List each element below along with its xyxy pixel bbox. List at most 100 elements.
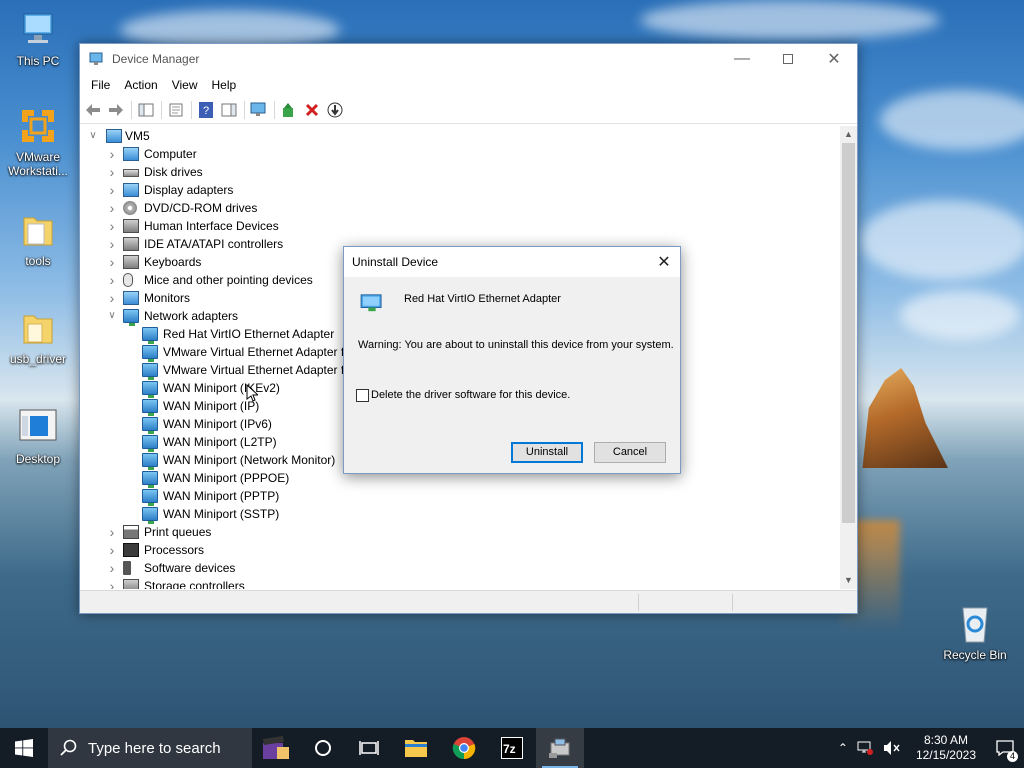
taskbar-search-box[interactable]: Type here to search <box>48 728 252 768</box>
expand-chevron-icon[interactable]: › <box>107 163 117 181</box>
scroll-up-arrow-icon[interactable]: ▲ <box>840 126 857 143</box>
delete-driver-checkbox[interactable] <box>356 389 369 402</box>
tree-item-label: Keyboards <box>144 255 202 269</box>
action-center-button[interactable]: 4 <box>986 728 1024 768</box>
scan-hardware-button[interactable] <box>248 99 270 121</box>
tree-item-label: VM5 <box>125 129 150 143</box>
dialog-close-button[interactable]: ✕ <box>648 247 680 277</box>
scroll-down-arrow-icon[interactable]: ▼ <box>840 572 857 589</box>
forward-arrow-icon <box>109 103 123 116</box>
system-clock[interactable]: 8:30 AM 12/15/2023 <box>906 733 986 763</box>
software-device-icon <box>123 561 131 575</box>
taskbar-app-clapper[interactable] <box>252 728 300 768</box>
forward-button[interactable] <box>105 99 127 121</box>
dialog-title-bar[interactable]: Uninstall Device ✕ <box>344 247 680 277</box>
action-pane-icon <box>221 103 237 116</box>
properties-button[interactable] <box>165 99 187 121</box>
expand-chevron-icon[interactable]: › <box>107 145 117 163</box>
close-button[interactable]: ✕ <box>811 44 857 74</box>
desktop-icon-label: Desktop <box>15 452 61 466</box>
notification-count-badge: 4 <box>1006 751 1018 762</box>
uninstall-device-button[interactable] <box>301 99 323 121</box>
network-adapter-icon <box>142 471 158 488</box>
disable-device-button[interactable] <box>324 99 346 121</box>
tree-device-network-adapter[interactable]: WAN Miniport (SSTP) <box>80 505 842 524</box>
action-pane-button[interactable] <box>218 99 240 121</box>
hid-icon <box>123 219 139 233</box>
minimize-button[interactable]: — <box>719 44 765 74</box>
menu-action[interactable]: Action <box>117 74 164 96</box>
expand-chevron-icon[interactable]: › <box>107 235 117 253</box>
help-button[interactable]: ? <box>195 99 217 121</box>
computer-icon <box>106 129 122 143</box>
show-hide-console-tree-button[interactable] <box>135 99 157 121</box>
tree-root[interactable]: ∨ VM5 <box>80 127 842 145</box>
tree-category[interactable]: › Human Interface Devices <box>80 217 842 235</box>
desktop-icon-recycle-bin[interactable]: Recycle Bin <box>937 602 1013 662</box>
7zip-icon: 7z <box>501 737 523 759</box>
desktop-icon-vmware[interactable]: VMware Workstati... <box>0 104 76 178</box>
menu-file[interactable]: File <box>84 74 117 96</box>
maximize-icon <box>783 54 793 64</box>
svg-text:7z: 7z <box>503 742 516 756</box>
taskbar-app-device-manager[interactable] <box>536 728 584 768</box>
status-divider <box>732 594 733 611</box>
volume-muted-icon[interactable] <box>882 740 902 756</box>
expand-chevron-icon[interactable]: › <box>107 253 117 271</box>
collapse-chevron-icon[interactable]: ∨ <box>107 307 117 325</box>
scrollbar-thumb[interactable] <box>842 143 855 523</box>
menu-view[interactable]: View <box>165 74 205 96</box>
maximize-button[interactable] <box>765 44 811 74</box>
console-tree-icon <box>138 103 154 116</box>
menu-help[interactable]: Help <box>205 74 244 96</box>
desktop-icon-label: VMware Workstati... <box>8 150 68 178</box>
vertical-scrollbar[interactable]: ▲ ▼ <box>840 126 857 589</box>
expand-chevron-icon[interactable]: › <box>107 559 117 577</box>
tree-category[interactable]: › Display adapters <box>80 181 842 199</box>
start-button[interactable] <box>0 728 48 768</box>
uninstall-button[interactable]: Uninstall <box>511 442 583 463</box>
show-hidden-icons-chevron-icon[interactable]: ⌃ <box>834 741 852 755</box>
expand-chevron-icon[interactable]: › <box>107 289 117 307</box>
tree-category[interactable]: › Computer <box>80 145 842 163</box>
back-button[interactable] <box>82 99 104 121</box>
expand-chevron-icon[interactable]: › <box>107 181 117 199</box>
expand-chevron-icon[interactable]: › <box>107 523 117 541</box>
collapse-chevron-icon[interactable]: ∨ <box>88 127 98 145</box>
task-view-button[interactable] <box>300 728 346 768</box>
taskbar-app-file-explorer[interactable] <box>392 728 440 768</box>
desktop-icon-usb-driver[interactable]: usb_driver <box>0 306 76 366</box>
task-view-icon-button[interactable] <box>346 728 392 768</box>
tree-device-network-adapter[interactable]: WAN Miniport (PPTP) <box>80 487 842 506</box>
expand-chevron-icon[interactable]: › <box>107 199 117 217</box>
cancel-button[interactable]: Cancel <box>594 442 666 463</box>
tree-category[interactable]: › Disk drives <box>80 163 842 181</box>
desktop-icon-desktop[interactable]: Desktop <box>0 406 76 466</box>
expand-chevron-icon[interactable]: › <box>107 577 117 589</box>
desktop-icon-tools[interactable]: tools <box>0 208 76 268</box>
delete-driver-checkbox-label[interactable]: Delete the driver software for this devi… <box>371 389 570 401</box>
dialog-title: Uninstall Device <box>352 255 439 269</box>
desktop-icon-this-pc[interactable]: This PC <box>0 8 76 68</box>
network-adapter-icon <box>142 507 158 524</box>
expand-chevron-icon[interactable]: › <box>107 541 117 559</box>
cortana-circle-icon <box>315 740 331 756</box>
tree-category[interactable]: › Processors <box>80 541 842 559</box>
taskbar-app-7zip[interactable]: 7z <box>488 728 536 768</box>
tree-category[interactable]: › Storage controllers <box>80 577 842 589</box>
close-icon: ✕ <box>827 51 841 68</box>
expand-chevron-icon[interactable]: › <box>107 217 117 235</box>
tree-category[interactable]: › Software devices <box>80 559 842 577</box>
network-icon[interactable] <box>856 740 874 756</box>
tree-category[interactable]: › Print queues <box>80 523 842 541</box>
tree-item-label: Processors <box>144 543 205 557</box>
tree-category[interactable]: › DVD/CD-ROM drives <box>80 199 842 217</box>
update-driver-button[interactable] <box>278 99 300 121</box>
update-driver-icon <box>283 102 293 117</box>
taskbar-app-chrome[interactable] <box>440 728 488 768</box>
expand-chevron-icon[interactable]: › <box>107 271 117 289</box>
printer-icon <box>123 525 139 539</box>
tree-item-label: WAN Miniport (PPPOE) <box>163 471 290 485</box>
device-manager-taskbar-icon <box>549 738 570 758</box>
title-bar[interactable]: Device Manager — ✕ <box>80 44 857 74</box>
